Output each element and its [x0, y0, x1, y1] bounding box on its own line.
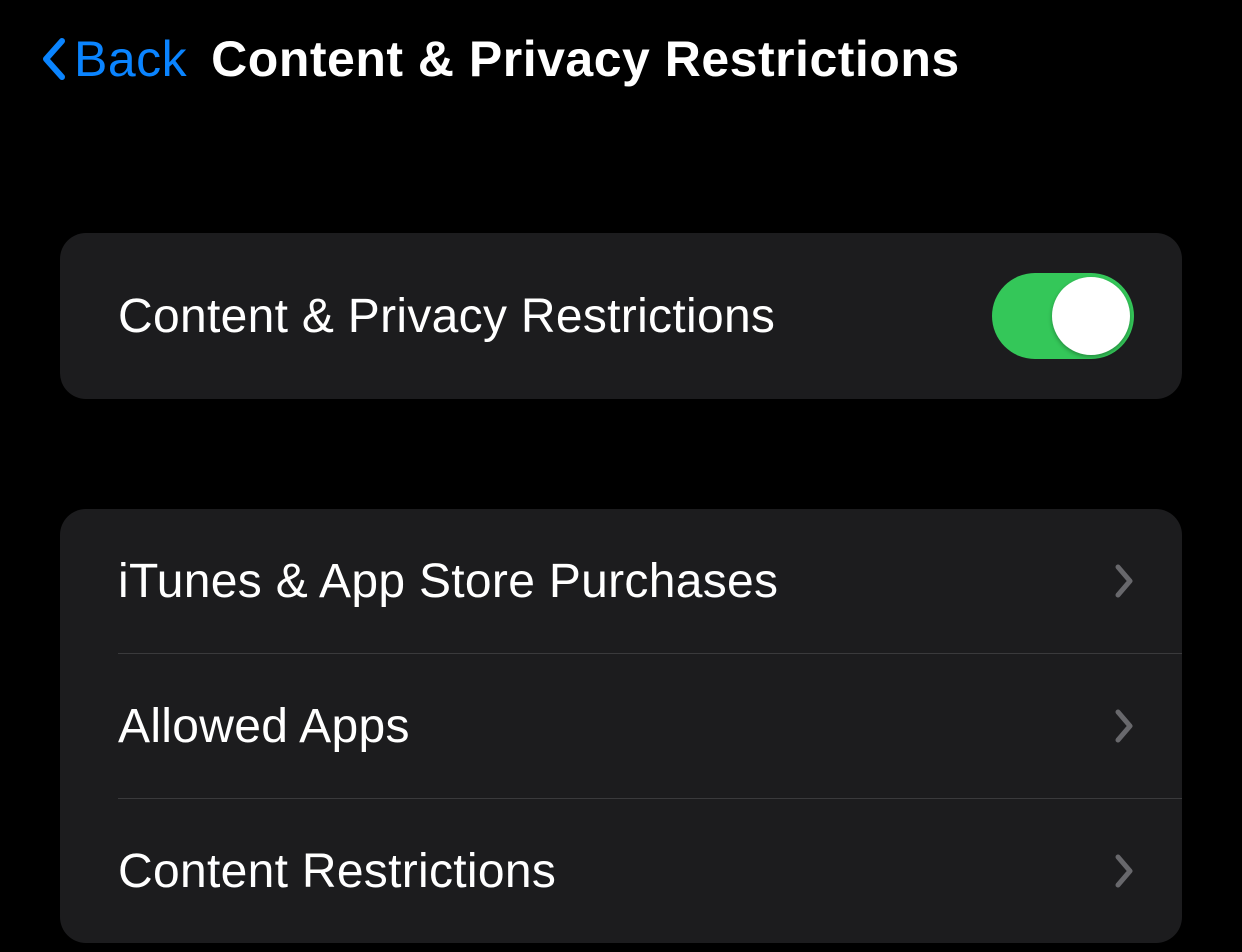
- back-label: Back: [74, 30, 187, 88]
- chevron-right-icon: [1114, 563, 1134, 599]
- back-button[interactable]: Back: [40, 30, 187, 88]
- nav-bar: Back Content & Privacy Restrictions: [0, 0, 1242, 118]
- master-toggle-label: Content & Privacy Restrictions: [118, 289, 775, 344]
- chevron-right-icon: [1114, 708, 1134, 744]
- master-toggle-card: Content & Privacy Restrictions: [60, 233, 1182, 399]
- links-card: iTunes & App Store Purchases Allowed App…: [60, 509, 1182, 943]
- link-content-restrictions[interactable]: Content Restrictions: [60, 799, 1182, 943]
- master-toggle-row: Content & Privacy Restrictions: [60, 233, 1182, 399]
- link-label: Content Restrictions: [118, 844, 556, 899]
- link-itunes-app-store-purchases[interactable]: iTunes & App Store Purchases: [60, 509, 1182, 653]
- page-title: Content & Privacy Restrictions: [211, 30, 960, 88]
- chevron-right-icon: [1114, 853, 1134, 889]
- link-allowed-apps[interactable]: Allowed Apps: [60, 654, 1182, 798]
- master-toggle[interactable]: [992, 273, 1134, 359]
- content: Content & Privacy Restrictions iTunes & …: [0, 118, 1242, 943]
- chevron-left-icon: [40, 37, 66, 81]
- toggle-knob: [1052, 277, 1130, 355]
- link-label: Allowed Apps: [118, 699, 410, 754]
- link-label: iTunes & App Store Purchases: [118, 554, 778, 609]
